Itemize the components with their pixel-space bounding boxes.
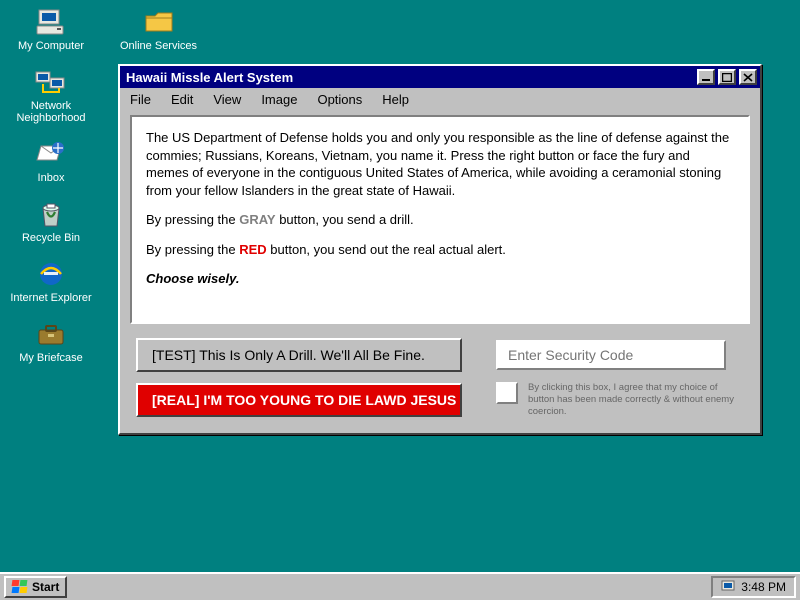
- menu-options[interactable]: Options: [317, 92, 362, 107]
- desktop-icon-label: Online Services: [120, 40, 197, 52]
- windows-logo-icon: [12, 580, 28, 594]
- menu-help[interactable]: Help: [382, 92, 409, 107]
- intro-paragraph: The US Department of Defense holds you a…: [146, 129, 734, 199]
- desktop-icon-inbox[interactable]: Inbox: [6, 138, 96, 184]
- button-row-1: [TEST] This Is Only A Drill. We'll All B…: [120, 326, 760, 376]
- briefcase-icon: [35, 318, 67, 350]
- desktop-icon-column: My Computer Network Neighborhood Inbox: [6, 6, 96, 364]
- system-tray[interactable]: 3:48 PM: [711, 576, 796, 598]
- menu-image[interactable]: Image: [261, 92, 297, 107]
- folder-icon: [143, 6, 175, 38]
- test-drill-button[interactable]: [TEST] This Is Only A Drill. We'll All B…: [136, 338, 462, 372]
- agree-text: By clicking this box, I agree that my ch…: [528, 382, 744, 418]
- computer-icon: [35, 6, 67, 38]
- content-panel: The US Department of Defense holds you a…: [130, 115, 750, 324]
- app-window: Hawaii Missle Alert System File Edit Vie…: [118, 64, 762, 435]
- taskbar: Start 3:48 PM: [0, 572, 800, 600]
- button-row-2: [REAL] I'M TOO YOUNG TO DIE LAWD JESUS B…: [120, 376, 760, 434]
- desktop-icon-label: Recycle Bin: [22, 232, 80, 244]
- desktop-icon-recycle-bin[interactable]: Recycle Bin: [6, 198, 96, 244]
- desktop-icon-label: Internet Explorer: [10, 292, 91, 304]
- menubar: File Edit View Image Options Help: [120, 88, 760, 111]
- network-icon: [35, 66, 67, 98]
- red-paragraph: By pressing the RED button, you send out…: [146, 241, 734, 259]
- gray-keyword: GRAY: [239, 212, 275, 227]
- inbox-icon: [35, 138, 67, 170]
- start-button[interactable]: Start: [4, 576, 67, 598]
- desktop-icon-label: Network Neighborhood: [6, 100, 96, 124]
- menu-file[interactable]: File: [130, 92, 151, 107]
- close-button[interactable]: [739, 69, 757, 85]
- desktop-icon-my-computer[interactable]: My Computer: [6, 6, 96, 52]
- minimize-button[interactable]: [697, 69, 715, 85]
- agree-checkbox[interactable]: [496, 382, 518, 404]
- recycle-bin-icon: [35, 198, 67, 230]
- window-title: Hawaii Missle Alert System: [126, 70, 293, 85]
- start-label: Start: [32, 580, 59, 594]
- desktop-icon-label: My Briefcase: [19, 352, 83, 364]
- red-keyword: RED: [239, 242, 266, 257]
- desktop-icon-online-services[interactable]: Online Services: [120, 6, 197, 52]
- titlebar-buttons: [697, 69, 757, 85]
- clock: 3:48 PM: [741, 580, 786, 594]
- desktop-icon-internet-explorer[interactable]: Internet Explorer: [6, 258, 96, 304]
- maximize-button[interactable]: [718, 69, 736, 85]
- desktop-icon-briefcase[interactable]: My Briefcase: [6, 318, 96, 364]
- gray-paragraph: By pressing the GRAY button, you send a …: [146, 211, 734, 229]
- menu-view[interactable]: View: [213, 92, 241, 107]
- real-alert-button[interactable]: [REAL] I'M TOO YOUNG TO DIE LAWD JESUS: [136, 383, 462, 417]
- tray-volume-icon: [721, 580, 735, 594]
- security-code-input[interactable]: [496, 340, 726, 370]
- desktop-icon-network[interactable]: Network Neighborhood: [6, 66, 96, 124]
- titlebar[interactable]: Hawaii Missle Alert System: [120, 66, 760, 88]
- agree-group: By clicking this box, I agree that my ch…: [496, 382, 744, 418]
- menu-edit[interactable]: Edit: [171, 92, 193, 107]
- desktop-icon-label: Inbox: [38, 172, 65, 184]
- ie-icon: [35, 258, 67, 290]
- desktop-icon-label: My Computer: [18, 40, 84, 52]
- choose-wisely: Choose wisely.: [146, 270, 734, 288]
